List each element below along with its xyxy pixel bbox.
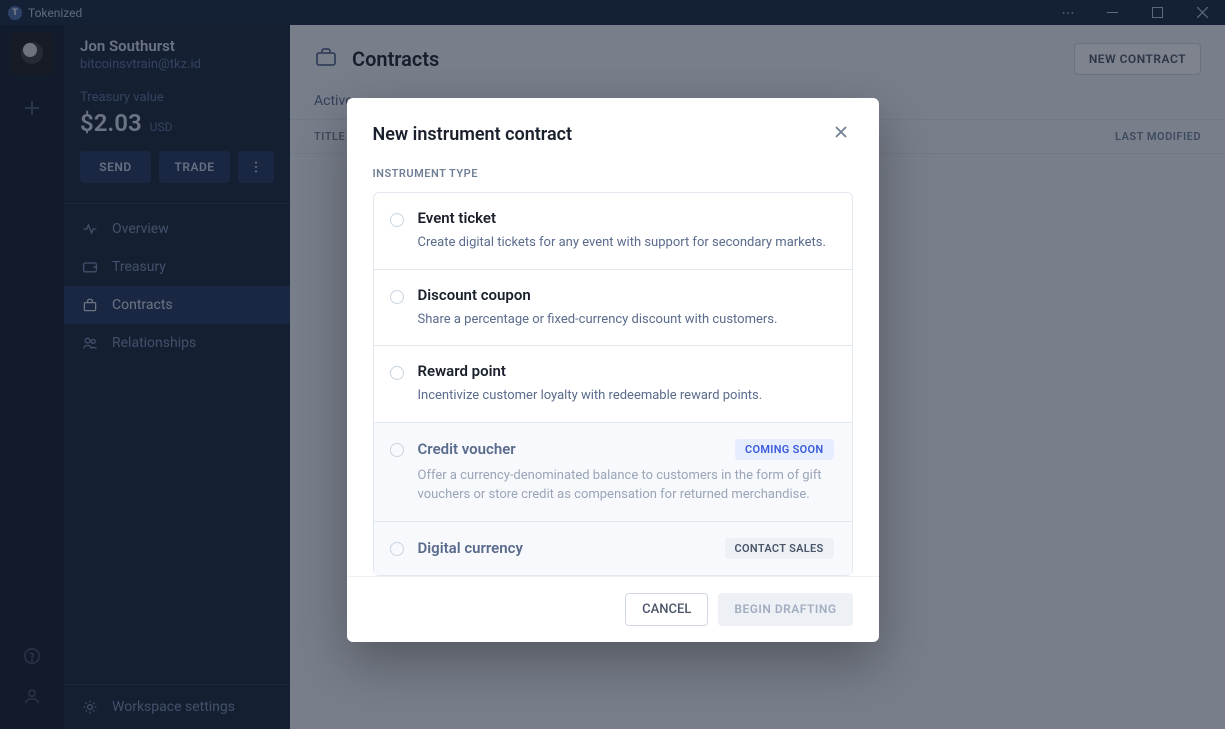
option-title: Credit voucher — [418, 440, 516, 458]
modal-overlay: New instrument contract INSTRUMENT TYPE … — [0, 0, 1225, 729]
modal-title: New instrument contract — [373, 124, 573, 145]
option-title: Event ticket — [418, 209, 497, 227]
option-reward-point[interactable]: Reward point Incentivize customer loyalt… — [374, 346, 852, 423]
option-discount-coupon[interactable]: Discount coupon Share a percentage or fi… — [374, 270, 852, 347]
begin-drafting-button[interactable]: BEGIN DRAFTING — [718, 593, 852, 626]
new-instrument-modal: New instrument contract INSTRUMENT TYPE … — [347, 98, 879, 642]
instrument-type-options: Event ticket Create digital tickets for … — [373, 192, 853, 576]
radio-icon — [390, 290, 404, 304]
section-label: INSTRUMENT TYPE — [373, 167, 853, 180]
option-desc: Incentivize customer loyalty with redeem… — [418, 386, 834, 406]
radio-icon — [390, 542, 404, 556]
coming-soon-badge: COMING SOON — [735, 439, 834, 460]
option-desc: Offer a currency-denominated balance to … — [418, 466, 834, 505]
option-event-ticket[interactable]: Event ticket Create digital tickets for … — [374, 193, 852, 270]
contact-sales-badge: CONTACT SALES — [725, 538, 834, 559]
option-title: Reward point — [418, 362, 506, 380]
option-digital-currency: Digital currency CONTACT SALES — [374, 522, 852, 575]
option-desc: Share a percentage or fixed-currency dis… — [418, 310, 834, 330]
cancel-button[interactable]: CANCEL — [625, 593, 708, 626]
option-credit-voucher: Credit voucher COMING SOON Offer a curre… — [374, 423, 852, 522]
radio-icon — [390, 443, 404, 457]
radio-icon — [390, 366, 404, 380]
option-title: Discount coupon — [418, 286, 531, 304]
option-desc: Create digital tickets for any event wit… — [418, 233, 834, 253]
option-title: Digital currency — [418, 539, 523, 557]
close-icon[interactable] — [829, 120, 853, 149]
radio-icon — [390, 213, 404, 227]
